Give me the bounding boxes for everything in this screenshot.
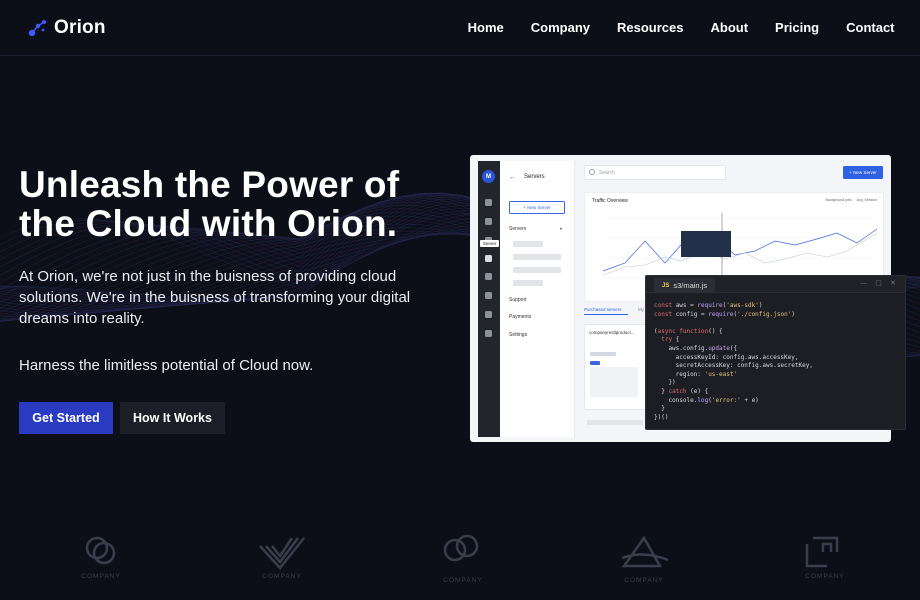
brand-name: Orion — [54, 16, 106, 38]
preview-new-server-button: + New Server — [843, 166, 883, 179]
grid-icon — [485, 199, 492, 206]
nav-link-company[interactable]: Company — [517, 20, 603, 35]
code-body: const aws = require('aws-sdk') const conf… — [646, 293, 905, 422]
hero-subtext: Harness the limitless potential of Cloud… — [19, 357, 314, 374]
preview-card-title: companyrestlproduct... — [589, 330, 635, 335]
code-line: region: 'us-east' — [654, 370, 738, 378]
nav-link-pricing[interactable]: Pricing — [762, 20, 833, 35]
preview-section-payments: Payments — [509, 314, 532, 320]
code-line: } — [654, 405, 665, 413]
folder-icon — [485, 311, 492, 318]
code-line: aws.config.update({ — [654, 344, 738, 352]
nav-links: Home Company Resources About Pricing Con… — [454, 20, 908, 35]
code-line: } catch (e) { — [654, 387, 709, 395]
search-icon — [589, 169, 595, 175]
preview-search-placeholder: Search — [599, 170, 615, 176]
partner-logos: COMPANY COMPANY COMPANY COMPANY COMPANY — [0, 528, 920, 588]
preview-icon-rail: M — [478, 161, 500, 437]
partner-logo-label: COMPANY — [624, 577, 663, 584]
code-file-tab: JS s3/main.js — [654, 278, 716, 293]
preview-search: Search — [584, 165, 726, 180]
partner-logo: COMPANY — [614, 528, 674, 588]
skeleton-block — [590, 367, 638, 397]
code-line: try { — [661, 336, 680, 344]
circles-logo-icon: COMPANY — [81, 536, 120, 580]
skeleton-line — [513, 241, 543, 247]
preview-section-support: Support — [509, 297, 527, 303]
code-editor-titlebar: JS s3/main.js — ▢ ✕ — [646, 276, 905, 293]
code-line: accessKeyId: config.aws.accessKey, — [654, 353, 799, 361]
partner-logo: COMPANY — [795, 528, 855, 588]
preview-sidebar: ← Servers + New Server Servers ▾ Support… — [500, 161, 575, 437]
preview-new-server-outline-button: + New Server — [509, 201, 565, 214]
preview-section-servers: Servers — [509, 226, 527, 232]
code-editor-window: JS s3/main.js — ▢ ✕ const aws = require(… — [645, 275, 906, 430]
partner-logo-label: COMPANY — [805, 573, 844, 580]
chevron-down-icon: ▾ — [560, 226, 563, 231]
preview-new-server-outline-label: New Server — [527, 205, 551, 210]
partner-logo-label: COMPANY — [81, 573, 120, 580]
arrow-logo-icon: COMPANY — [621, 535, 669, 584]
users-icon — [485, 292, 492, 299]
code-line: const config = require('./config.json') — [654, 310, 795, 318]
orion-logo-icon — [28, 19, 46, 36]
preview-tab-other: My — [638, 307, 644, 312]
settings-icon — [485, 330, 492, 337]
nav-link-resources[interactable]: Resources — [604, 20, 697, 35]
partner-logo: COMPANY — [71, 528, 131, 588]
preview-chart-legend: Background jobs Avg. Session — [826, 198, 877, 202]
skeleton-line — [513, 254, 561, 260]
partner-logo: COMPANY — [433, 528, 493, 588]
nav-link-about[interactable]: About — [697, 20, 762, 35]
stripes-logo-icon: COMPANY — [259, 537, 305, 580]
partner-logo: COMPANY — [252, 528, 312, 588]
code-line: console.log('error:' + e) — [654, 396, 759, 404]
rings-logo-icon: COMPANY — [443, 534, 482, 584]
code-filename: s3/main.js — [673, 281, 708, 290]
preview-tab-purchased: Purchased servers — [584, 307, 628, 315]
nav-link-contact[interactable]: Contact — [833, 20, 908, 35]
get-started-button[interactable]: Get Started — [19, 402, 113, 434]
skeleton-line — [513, 267, 561, 273]
hero-title: Unleash the Power of the Cloud with Orio… — [19, 165, 439, 243]
brand[interactable]: Orion — [28, 17, 106, 39]
how-it-works-button[interactable]: How It Works — [120, 402, 225, 434]
skeleton-line — [590, 361, 600, 365]
top-navbar: Orion Home Company Resources About Prici… — [0, 0, 920, 56]
preview-server-card: companyrestlproduct... — [584, 324, 648, 410]
code-line: }) — [654, 379, 676, 387]
preview-avatar: M — [482, 170, 495, 183]
code-line: })() — [654, 413, 669, 421]
preview-section-settings: Settings — [509, 332, 528, 338]
preview-tooltip: Server — [480, 240, 500, 247]
squares-logo-icon: COMPANY — [805, 536, 844, 580]
partner-logo-label: COMPANY — [443, 577, 482, 584]
server-icon — [485, 255, 492, 262]
legend-avg-session: Avg. Session — [856, 198, 877, 202]
js-file-icon: JS — [662, 282, 670, 289]
legend-background-jobs: Background jobs — [825, 198, 852, 202]
preview-chart-title: Traffic Overview — [592, 198, 628, 204]
partner-logo-label: COMPANY — [262, 573, 301, 580]
box-icon — [485, 218, 492, 225]
hero-title-line-1: Unleash the Power of — [19, 164, 400, 205]
skeleton-line — [587, 420, 643, 425]
window-controls-icon: — ▢ ✕ — [860, 279, 899, 287]
skeleton-line — [513, 280, 543, 286]
share-icon — [485, 273, 492, 280]
code-line: const aws = require('aws-sdk') — [654, 302, 763, 309]
hero-description: At Orion, we're not just in the buisness… — [19, 268, 411, 327]
back-arrow-icon: ← — [509, 174, 516, 181]
nav-link-home[interactable]: Home — [454, 20, 517, 35]
preview-new-server-label: New Server — [853, 170, 877, 175]
preview-sidebar-title: Servers — [524, 174, 545, 180]
hero-title-line-2: the Cloud with Orion. — [19, 203, 398, 244]
code-line: (async function() { — [654, 327, 723, 335]
skeleton-line — [590, 352, 616, 356]
code-line: secretAccessKey: config.aws.secretKey, — [654, 362, 813, 370]
